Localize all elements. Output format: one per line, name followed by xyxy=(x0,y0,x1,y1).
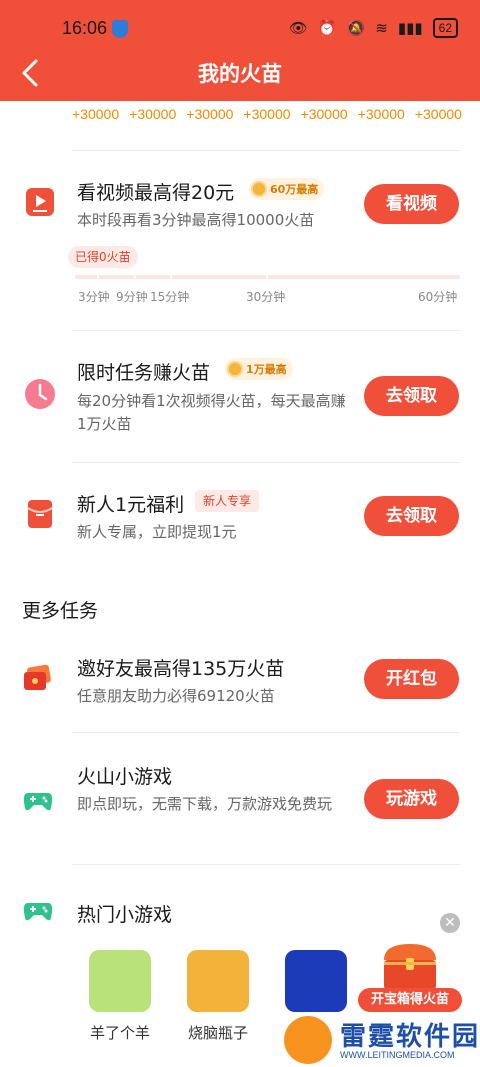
progress-tick xyxy=(170,274,172,280)
claim-limited-button[interactable]: 去领取 xyxy=(364,376,459,416)
game-item[interactable]: 羊了个羊 xyxy=(84,950,156,1043)
close-icon[interactable]: ✕ xyxy=(440,913,460,933)
treasure-label: 开宝箱得火苗 xyxy=(358,988,462,1012)
bonus-value: +30000 xyxy=(72,106,120,122)
play-games-button[interactable]: 玩游戏 xyxy=(364,779,459,819)
coin-icon xyxy=(227,361,243,377)
watch-video-button[interactable]: 看视频 xyxy=(364,184,459,224)
page-title: 我的火苗 xyxy=(198,62,282,86)
milestone-label: 15分钟 xyxy=(150,290,190,304)
milestone-label: 60分钟 xyxy=(418,290,458,304)
treasure-chest-button[interactable]: 开宝箱得火苗 xyxy=(358,934,462,1014)
game-name: 烧脑瓶子 xyxy=(187,1024,248,1042)
divider xyxy=(72,150,460,151)
watermark-url: WWW.LEITINGMEDIA.COM xyxy=(340,1050,455,1060)
volcano-games-subtitle: 即点即玩，无需下载，万款游戏免费玩 xyxy=(77,795,333,813)
video-task-badge: 60万最高 xyxy=(249,178,325,200)
shield-icon xyxy=(112,20,128,38)
progress-tick xyxy=(134,274,136,280)
video-task-title: 看视频最高得20元 xyxy=(77,182,235,204)
limited-task-subtitle: 每20分钟看1次视频得火苗，每天最高赚1万火苗 xyxy=(77,392,346,433)
divider xyxy=(72,330,460,331)
alarm-icon: ⏰ xyxy=(317,19,337,37)
status-bar: 16:06 👁 ⏰ 🔕 ≋ ▮▮▮ 62 xyxy=(0,14,480,44)
bottle-game-icon xyxy=(187,950,249,1012)
clock-icon xyxy=(25,379,55,409)
progress-tick xyxy=(97,274,99,280)
progress-tick xyxy=(266,274,268,280)
divider xyxy=(72,732,460,733)
watermark-title: 雷霆软件园 xyxy=(340,1022,480,1052)
bonus-value: +30000 xyxy=(357,106,405,122)
cube-game-icon xyxy=(285,950,347,1012)
signal-icon: ▮▮▮ xyxy=(397,19,423,37)
content-card xyxy=(0,101,480,1067)
bonus-value: +30000 xyxy=(414,106,462,122)
mute-icon: 🔕 xyxy=(346,19,366,37)
status-time: 16:06 xyxy=(62,18,108,38)
video-icon xyxy=(26,188,54,216)
gamepad-icon xyxy=(23,903,53,921)
game-item[interactable]: 烧脑瓶子 xyxy=(182,950,254,1043)
gamepad-icon xyxy=(23,793,53,811)
watermark-logo xyxy=(284,1016,332,1064)
claim-newbie-button[interactable]: 去领取 xyxy=(364,496,459,536)
video-task-subtitle: 本时段再看3分钟最高得10000火苗 xyxy=(77,211,315,229)
watermark: 雷霆软件园 WWW.LEITINGMEDIA.COM xyxy=(280,1010,480,1067)
milestone-label: 9分钟 xyxy=(116,290,148,304)
limited-task-title: 限时任务赚火苗 xyxy=(77,362,211,384)
milestone-label: 30分钟 xyxy=(246,290,286,304)
bonus-value: +30000 xyxy=(243,106,291,122)
open-red-packet-button[interactable]: 开红包 xyxy=(364,659,459,699)
divider xyxy=(72,864,460,865)
divider xyxy=(72,462,460,463)
sheep-game-icon xyxy=(89,950,151,1012)
bonus-value: +30000 xyxy=(186,106,234,122)
bonus-value: +30000 xyxy=(300,106,348,122)
red-packet-icon xyxy=(24,664,51,690)
bonus-row: +30000 +30000 +30000 +30000 +30000 +3000… xyxy=(72,106,462,122)
milestone-label: 3分钟 xyxy=(78,290,110,304)
badge-text: 1万最高 xyxy=(246,363,287,376)
more-tasks-heading: 更多任务 xyxy=(22,600,99,622)
red-envelope-icon xyxy=(27,500,53,528)
game-name: 羊了个羊 xyxy=(89,1024,150,1042)
earned-badge: 已得0火苗 xyxy=(68,246,138,268)
coin-icon xyxy=(251,181,267,197)
eye-icon: 👁 xyxy=(288,19,308,37)
treasure-chest-icon xyxy=(384,944,436,990)
status-icons: 👁 ⏰ 🔕 ≋ ▮▮▮ 62 xyxy=(289,18,458,38)
badge-text: 60万最高 xyxy=(270,183,319,196)
hot-games-title: 热门小游戏 xyxy=(77,904,173,926)
volcano-games-title: 火山小游戏 xyxy=(77,766,173,788)
bonus-value: +30000 xyxy=(129,106,177,122)
wifi-icon: ≋ xyxy=(375,19,388,37)
invite-task-subtitle: 任意朋友助力必得69120火苗 xyxy=(77,687,275,705)
limited-task-badge: 1万最高 xyxy=(225,358,293,380)
newbie-badge: 新人专享 xyxy=(195,490,260,512)
newbie-task-subtitle: 新人专属，立即提现1元 xyxy=(77,523,237,541)
battery-icon: 62 xyxy=(432,18,458,38)
invite-task-title: 邀好友最高得135万火苗 xyxy=(77,658,285,680)
newbie-task-title: 新人1元福利 xyxy=(77,494,185,516)
